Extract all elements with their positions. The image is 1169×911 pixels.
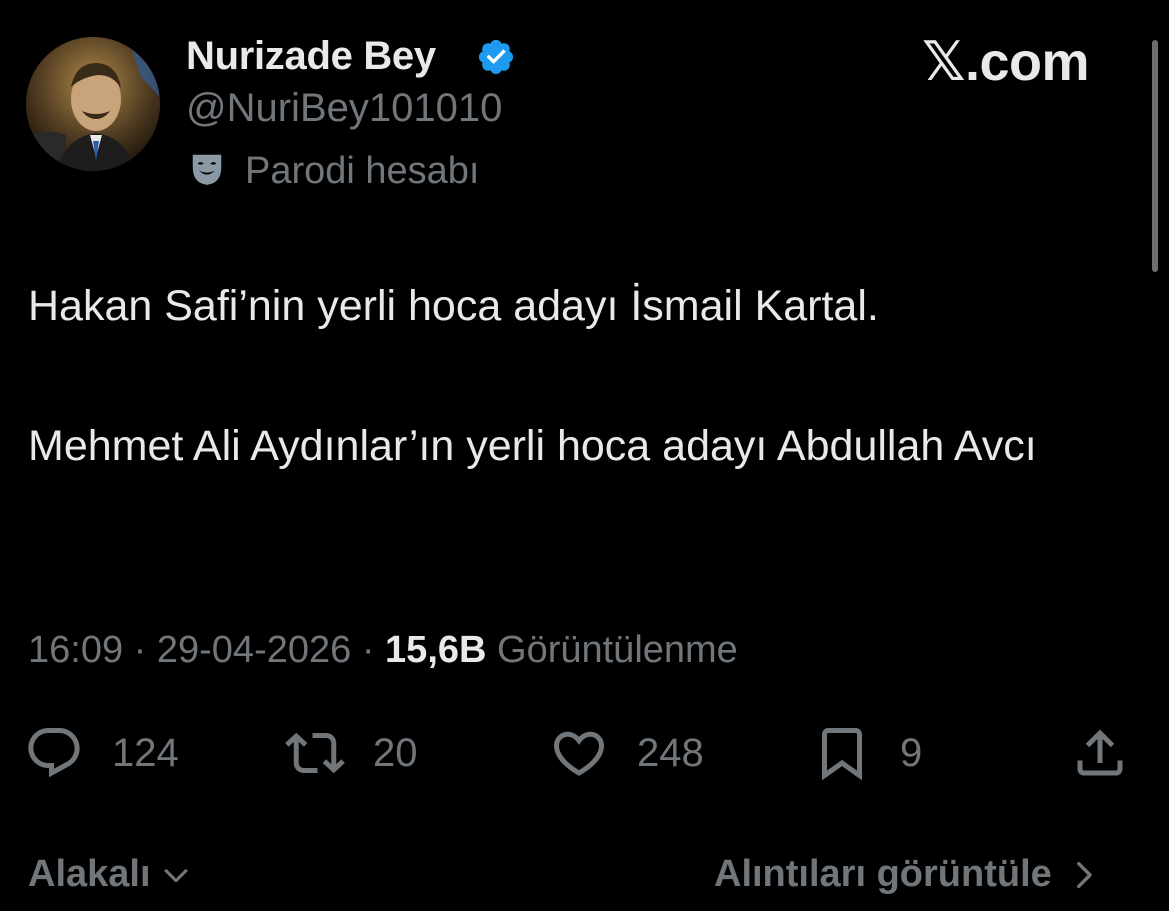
share-icon bbox=[1077, 729, 1123, 776]
reply-icon bbox=[28, 728, 80, 778]
reply-count: 124 bbox=[112, 730, 179, 775]
tweet-time[interactable]: 16:09 bbox=[28, 629, 123, 671]
like-button[interactable]: 248 bbox=[549, 722, 704, 784]
tweet-paragraph-1: Hakan Safi’nin yerli hoca adayı İsmail K… bbox=[28, 282, 879, 330]
retweet-icon bbox=[285, 732, 345, 774]
like-count: 248 bbox=[637, 730, 704, 775]
bookmark-icon bbox=[822, 728, 862, 781]
heart-icon bbox=[553, 731, 605, 776]
avatar-portrait-image bbox=[26, 37, 160, 171]
tweet-paragraph-2: Mehmet Ali Aydınlar’ın yerli hoca adayı … bbox=[28, 422, 1037, 470]
retweet-count: 20 bbox=[373, 730, 418, 775]
views-count[interactable]: 15,6B bbox=[385, 629, 486, 671]
meta-separator: · bbox=[123, 629, 157, 671]
scrollbar[interactable] bbox=[1152, 40, 1158, 272]
tweet-date[interactable]: 29-04-2026 bbox=[157, 629, 351, 671]
display-name[interactable]: Nurizade Bey bbox=[186, 34, 436, 79]
views-label: Görüntülenme bbox=[486, 629, 738, 671]
meta-separator: · bbox=[351, 629, 386, 671]
avatar[interactable] bbox=[26, 37, 160, 171]
bookmark-count: 9 bbox=[900, 730, 923, 775]
view-quotes-link[interactable]: Alıntıları görüntüle bbox=[714, 853, 1100, 896]
view-quotes-label: Alıntıları görüntüle bbox=[714, 853, 1052, 895]
x-com-watermark: 𝕏.com bbox=[922, 32, 1090, 92]
parody-mask-icon bbox=[192, 154, 222, 185]
share-button[interactable] bbox=[1070, 722, 1130, 784]
sort-relevant-dropdown[interactable]: Alakalı bbox=[28, 853, 193, 896]
retweet-button[interactable]: 20 bbox=[285, 722, 418, 784]
chevron-down-icon bbox=[164, 868, 188, 882]
parody-account-label: Parodi hesabı bbox=[245, 150, 480, 192]
sort-label: Alakalı bbox=[28, 853, 151, 895]
chevron-right-icon bbox=[1076, 861, 1092, 888]
tweet-text: Hakan Safi’nin yerli hoca adayı İsmail K… bbox=[28, 278, 1138, 474]
tweet-meta: 16:09 · 29-04-2026 · 15,6B Görüntülenme bbox=[28, 629, 738, 672]
bookmark-button[interactable]: 9 bbox=[812, 722, 922, 784]
verified-badge-icon[interactable] bbox=[476, 37, 516, 77]
reply-button[interactable]: 124 bbox=[24, 722, 179, 784]
user-handle[interactable]: @NuriBey101010 bbox=[186, 86, 502, 131]
